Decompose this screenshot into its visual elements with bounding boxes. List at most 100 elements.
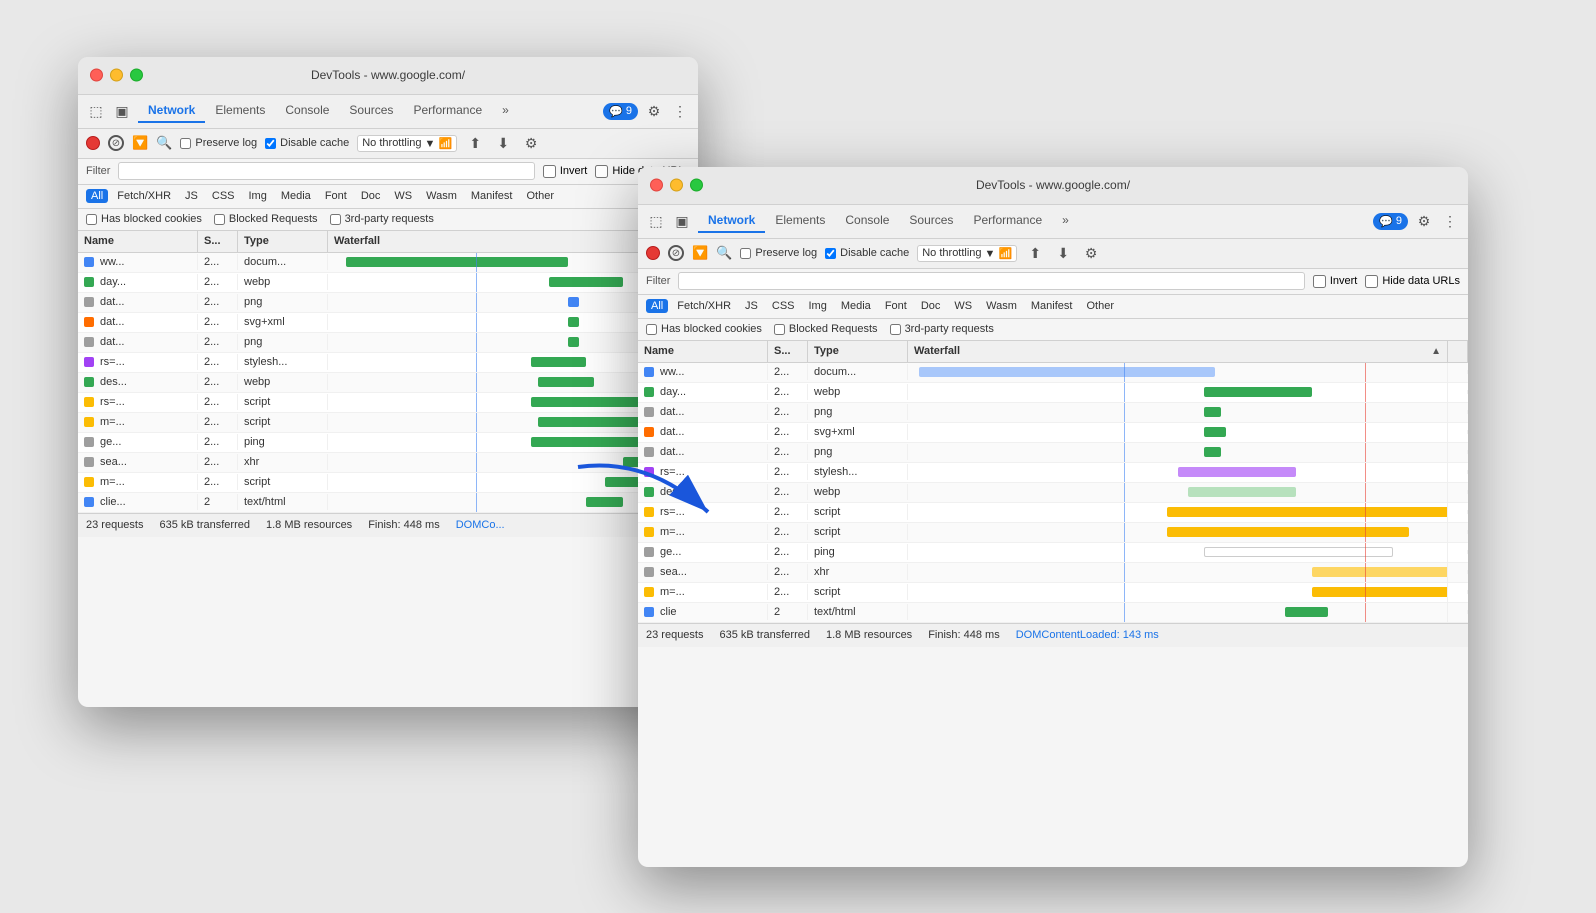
filter-input-front[interactable]: [678, 272, 1304, 290]
th-type-front[interactable]: Type: [808, 341, 908, 362]
table-row[interactable]: dat... 2... png: [78, 293, 698, 313]
blocked-requests-cb-back[interactable]: [214, 214, 225, 225]
table-row[interactable]: sea... 2... xhr: [638, 563, 1468, 583]
hide-data-urls-checkbox-back[interactable]: [595, 165, 608, 178]
hide-data-urls-label-front[interactable]: Hide data URLs: [1365, 275, 1460, 288]
upload-icon-back[interactable]: ⬆: [465, 133, 485, 153]
table-row[interactable]: dat... 2... png: [638, 443, 1468, 463]
tab-more-front[interactable]: »: [1052, 209, 1079, 233]
maximize-button-back[interactable]: [130, 69, 143, 82]
blocked-cookies-cb-front[interactable]: [646, 324, 657, 335]
record-button-front[interactable]: [646, 246, 660, 260]
filter-font-back[interactable]: Font: [320, 189, 352, 203]
blocked-cookies-label-front[interactable]: Has blocked cookies: [646, 323, 762, 335]
table-row[interactable]: day... 2... webp: [638, 383, 1468, 403]
throttle-select-front[interactable]: No throttling ▼ 📶: [917, 245, 1017, 262]
table-row[interactable]: ww... 2... docum...: [638, 363, 1468, 383]
table-row[interactable]: ww... 2... docum...: [78, 253, 698, 273]
table-row[interactable]: day... 2... webp: [78, 273, 698, 293]
blocked-cookies-cb-back[interactable]: [86, 214, 97, 225]
tab-network-front[interactable]: Network: [698, 209, 765, 233]
filter-fetch-front[interactable]: Fetch/XHR: [672, 299, 736, 313]
filter-js-back[interactable]: JS: [180, 189, 203, 203]
invert-label-back[interactable]: Invert: [543, 165, 588, 178]
preserve-log-label-front[interactable]: Preserve log: [740, 247, 817, 259]
third-party-cb-front[interactable]: [890, 324, 901, 335]
filter-doc-front[interactable]: Doc: [916, 299, 946, 313]
minimize-button-back[interactable]: [110, 69, 123, 82]
filter-input-back[interactable]: [118, 162, 534, 180]
close-button-front[interactable]: [650, 179, 663, 192]
filter-css-back[interactable]: CSS: [207, 189, 240, 203]
settings-icon-back[interactable]: ⚙: [521, 133, 541, 153]
filter-all-front[interactable]: All: [646, 299, 668, 313]
blocked-requests-cb-front[interactable]: [774, 324, 785, 335]
filter-icon-front[interactable]: 🔽: [692, 245, 708, 261]
invert-checkbox-front[interactable]: [1313, 275, 1326, 288]
tab-elements-back[interactable]: Elements: [205, 99, 275, 123]
gear-icon-front[interactable]: ⚙: [1414, 211, 1434, 231]
dock-icon-back[interactable]: ▣: [112, 101, 132, 121]
filter-ws-front[interactable]: WS: [949, 299, 977, 313]
th-type-back[interactable]: Type: [238, 231, 328, 252]
search-icon-front[interactable]: 🔍: [716, 245, 732, 261]
filter-css-front[interactable]: CSS: [767, 299, 800, 313]
invert-checkbox-back[interactable]: [543, 165, 556, 178]
table-row[interactable]: sea... 2... xhr: [78, 453, 698, 473]
more-icon-front[interactable]: ⋮: [1440, 211, 1460, 231]
preserve-log-label-back[interactable]: Preserve log: [180, 137, 257, 149]
filter-img-front[interactable]: Img: [804, 299, 832, 313]
disable-cache-checkbox-front[interactable]: [825, 248, 836, 259]
filter-all-back[interactable]: All: [86, 189, 108, 203]
dock-icon-front[interactable]: ▣: [672, 211, 692, 231]
clear-button-back[interactable]: ⊘: [108, 135, 124, 151]
table-row[interactable]: clie 2 text/html: [638, 603, 1468, 623]
table-row[interactable]: rs=... 2... script: [638, 503, 1468, 523]
filter-manifest-front[interactable]: Manifest: [1026, 299, 1078, 313]
th-waterfall-front[interactable]: Waterfall ▲: [908, 341, 1448, 362]
cursor-icon-back[interactable]: ⬚: [86, 101, 106, 121]
table-row[interactable]: rs=... 2... stylesh...: [78, 353, 698, 373]
th-name-front[interactable]: Name: [638, 341, 768, 362]
th-name-back[interactable]: Name: [78, 231, 198, 252]
third-party-cb-back[interactable]: [330, 214, 341, 225]
minimize-button-front[interactable]: [670, 179, 683, 192]
filter-media-back[interactable]: Media: [276, 189, 316, 203]
table-row[interactable]: rs=... 2... stylesh...: [638, 463, 1468, 483]
filter-other-back[interactable]: Other: [521, 189, 559, 203]
table-row[interactable]: rs=... 2... script: [78, 393, 698, 413]
tab-performance-front[interactable]: Performance: [963, 209, 1052, 233]
filter-img-back[interactable]: Img: [244, 189, 272, 203]
table-row[interactable]: m=... 2... script: [638, 523, 1468, 543]
filter-other-front[interactable]: Other: [1081, 299, 1119, 313]
download-icon-front[interactable]: ⬇: [1053, 243, 1073, 263]
filter-media-front[interactable]: Media: [836, 299, 876, 313]
filter-wasm-front[interactable]: Wasm: [981, 299, 1022, 313]
third-party-label-back[interactable]: 3rd-party requests: [330, 213, 434, 225]
message-badge-back[interactable]: 💬 9: [603, 103, 638, 120]
disable-cache-label-back[interactable]: Disable cache: [265, 137, 349, 149]
tab-network-back[interactable]: Network: [138, 99, 205, 123]
table-row[interactable]: m=... 2... script: [78, 473, 698, 493]
preserve-log-checkbox-front[interactable]: [740, 248, 751, 259]
filter-ws-back[interactable]: WS: [389, 189, 417, 203]
settings-icon-front[interactable]: ⚙: [1081, 243, 1101, 263]
blocked-requests-label-back[interactable]: Blocked Requests: [214, 213, 318, 225]
tab-sources-back[interactable]: Sources: [339, 99, 403, 123]
search-icon-back[interactable]: 🔍: [156, 135, 172, 151]
gear-icon-back[interactable]: ⚙: [644, 101, 664, 121]
tab-elements-front[interactable]: Elements: [765, 209, 835, 233]
preserve-log-checkbox-back[interactable]: [180, 138, 191, 149]
blocked-cookies-label-back[interactable]: Has blocked cookies: [86, 213, 202, 225]
third-party-label-front[interactable]: 3rd-party requests: [890, 323, 994, 335]
blocked-requests-label-front[interactable]: Blocked Requests: [774, 323, 878, 335]
table-row[interactable]: dat... 2... png: [78, 333, 698, 353]
record-button-back[interactable]: [86, 136, 100, 150]
maximize-button-front[interactable]: [690, 179, 703, 192]
clear-button-front[interactable]: ⊘: [668, 245, 684, 261]
upload-icon-front[interactable]: ⬆: [1025, 243, 1045, 263]
table-row[interactable]: des... 2... webp: [638, 483, 1468, 503]
table-row[interactable]: des... 2... webp: [78, 373, 698, 393]
table-row[interactable]: clie... 2 text/html: [78, 493, 698, 513]
filter-font-front[interactable]: Font: [880, 299, 912, 313]
